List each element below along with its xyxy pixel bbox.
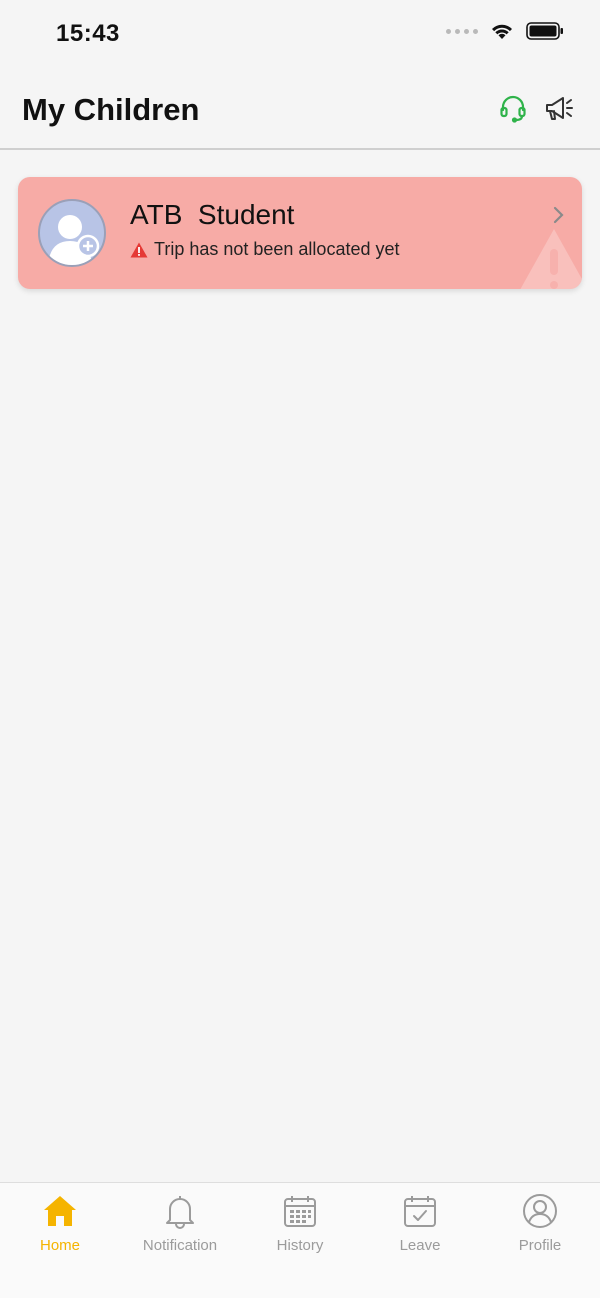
calendar-check-icon (400, 1191, 440, 1231)
warning-icon (130, 242, 148, 257)
child-avatar (38, 199, 106, 267)
signal-icon (446, 28, 478, 34)
avatar-placeholder-icon (48, 215, 100, 265)
calendar-grid-icon (280, 1191, 320, 1231)
nav-item-profile[interactable]: Profile (480, 1183, 600, 1298)
page-title: My Children (22, 92, 200, 127)
megaphone-icon[interactable] (542, 92, 576, 126)
bell-icon (160, 1191, 200, 1231)
home-icon (40, 1191, 80, 1231)
status-indicators (446, 22, 564, 40)
chevron-right-icon (553, 206, 564, 224)
bottom-nav: Home Notification History Leave Profile (0, 1182, 600, 1298)
nav-label-home: Home (39, 1237, 80, 1254)
header: My Children (0, 70, 600, 150)
battery-icon (526, 22, 563, 40)
warning-watermark-icon (520, 229, 582, 289)
nav-item-leave[interactable]: Leave (360, 1183, 480, 1298)
nav-item-home[interactable]: Home (0, 1183, 120, 1298)
user-circle-icon (520, 1191, 560, 1231)
nav-item-history[interactable]: History (240, 1183, 360, 1298)
child-name: ATB Student (130, 199, 295, 230)
screen: 15:43 My Children ATB Student Trip has n… (0, 0, 600, 1298)
nav-label-history: History (276, 1237, 324, 1254)
child-card[interactable]: ATB Student Trip has not been allocated … (18, 177, 582, 289)
status-time: 15:43 (56, 20, 120, 47)
trip-status: Trip has not been allocated yet (130, 239, 400, 260)
nav-label-profile: Profile (518, 1237, 562, 1254)
trip-status-text: Trip has not been allocated yet (154, 239, 400, 259)
status-bar: 15:43 (0, 0, 600, 70)
wifi-icon (492, 24, 512, 39)
nav-item-notification[interactable]: Notification (120, 1183, 240, 1298)
support-headset-icon[interactable] (496, 92, 530, 126)
nav-label-leave: Leave (399, 1237, 441, 1254)
nav-label-notification: Notification (142, 1237, 218, 1254)
